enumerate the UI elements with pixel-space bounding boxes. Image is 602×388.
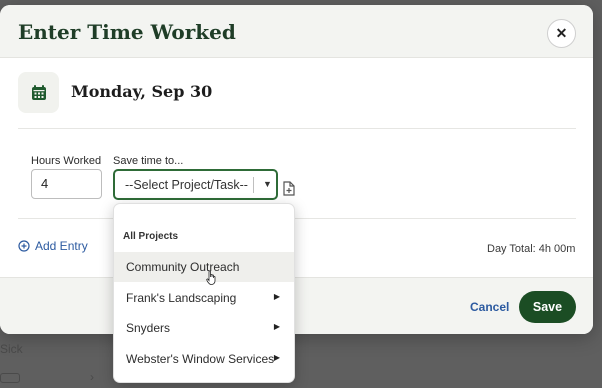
add-entry-button[interactable]: Add Entry: [18, 239, 88, 253]
hours-worked-label: Hours Worked: [31, 155, 102, 167]
dropdown-item-snyders[interactable]: Snyders ▶: [114, 313, 294, 343]
selected-date: Monday, Sep 30: [71, 82, 213, 101]
document-add-icon[interactable]: [283, 181, 295, 201]
divider: [18, 218, 576, 219]
background-toggle: [0, 373, 20, 383]
close-icon: ✕: [555, 25, 568, 41]
time-entry-modal: Enter Time Worked ✕ Monday, Sep 30 Hours…: [0, 5, 593, 334]
chevron-down-icon: ▼: [263, 179, 272, 189]
date-row: Monday, Sep 30: [18, 72, 578, 124]
chevron-right-icon: ▶: [273, 322, 280, 331]
save-time-to-label: Save time to...: [113, 155, 184, 167]
close-button[interactable]: ✕: [547, 19, 576, 48]
dropdown-item-franks-landscaping[interactable]: Frank's Landscaping ▶: [114, 283, 294, 313]
calendar-icon: [18, 72, 59, 113]
modal-header: Enter Time Worked ✕: [0, 5, 593, 58]
background-sick-label: Sick: [0, 342, 23, 356]
dropdown-heading: All Projects: [123, 231, 179, 242]
hand-cursor-icon: [206, 270, 218, 291]
dropdown-item-label: Webster's Window Services: [126, 352, 275, 366]
save-button[interactable]: Save: [519, 291, 576, 323]
chevron-right-icon: ▶: [273, 292, 280, 301]
add-entry-label: Add Entry: [35, 239, 88, 253]
plus-circle-icon: [18, 240, 30, 252]
project-dropdown-menu: All Projects Community Outreach Frank's …: [113, 203, 295, 383]
dropdown-item-community-outreach[interactable]: Community Outreach: [114, 252, 294, 282]
dropdown-item-websters-window-services[interactable]: Webster's Window Services ▶: [114, 344, 294, 374]
project-select-value: --Select Project/Task--: [125, 178, 248, 192]
chevron-right-icon: ▶: [273, 353, 280, 362]
dropdown-item-label: Frank's Landscaping: [126, 291, 237, 305]
dropdown-item-label: Snyders: [126, 321, 171, 335]
divider: [18, 128, 576, 129]
hours-worked-input[interactable]: 4: [31, 169, 102, 199]
cancel-button[interactable]: Cancel: [470, 300, 509, 314]
day-total: Day Total: 4h 00m: [487, 243, 576, 255]
background-chevron-icon: ›: [90, 370, 94, 384]
modal-title: Enter Time Worked: [18, 20, 236, 44]
dropdown-item-label: Community Outreach: [126, 260, 240, 274]
project-task-select[interactable]: --Select Project/Task-- ▼: [113, 169, 278, 200]
select-separator: [253, 177, 254, 193]
